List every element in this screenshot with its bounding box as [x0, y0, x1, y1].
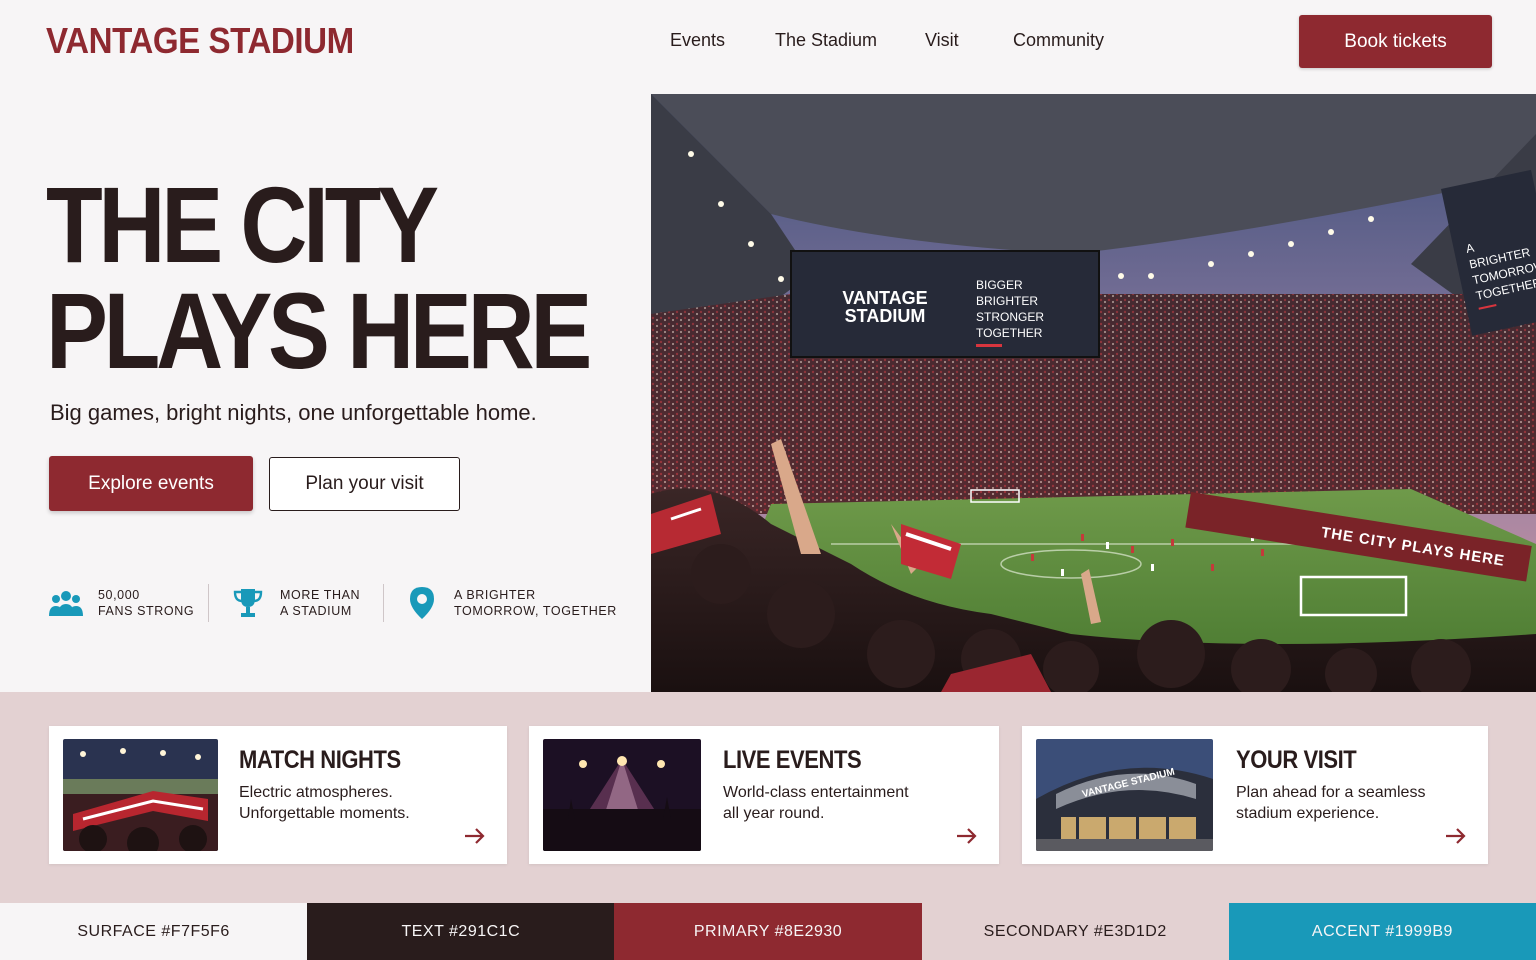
- screen-brand-line-1: VANTAGE: [842, 288, 927, 308]
- people-icon: [48, 585, 84, 621]
- hero-title: THE CITY PLAYS HERE: [46, 164, 592, 391]
- card-desc-line-2: stadium experience.: [1236, 805, 1380, 822]
- screen-tagline-3: STRONGER: [976, 310, 1044, 324]
- stat-tomorrow: A BRIGHTER TOMORROW, TOGETHER: [404, 584, 617, 622]
- match-nights-photo: [63, 739, 218, 851]
- plan-visit-button[interactable]: Plan your visit: [269, 457, 460, 511]
- card-description: Plan ahead for a seamless stadium experi…: [1236, 782, 1425, 824]
- card-desc-line-1: World-class entertainment: [723, 784, 909, 801]
- nav-item-the-stadium[interactable]: The Stadium: [775, 30, 877, 51]
- stat-fans: 50,000 FANS STRONG: [48, 584, 194, 622]
- trophy-icon: [230, 585, 266, 621]
- nav-item-visit[interactable]: Visit: [925, 30, 959, 51]
- screen-brand-line-2: STADIUM: [845, 306, 926, 326]
- screen-tagline-2: BRIGHTER: [976, 294, 1038, 308]
- hero-title-line-1: THE CITY: [46, 164, 439, 285]
- nav-item-events[interactable]: Events: [670, 30, 725, 51]
- stat-divider: [208, 584, 209, 622]
- arrow-right-icon[interactable]: [1444, 826, 1468, 846]
- stat-divider: [383, 584, 384, 622]
- stat-fans-line-2: FANS STRONG: [98, 604, 195, 618]
- arrow-right-icon[interactable]: [463, 826, 487, 846]
- your-visit-photo: VANTAGE STADIUM: [1036, 739, 1213, 851]
- card-live-events[interactable]: LIVE EVENTS World-class entertainment al…: [529, 726, 999, 864]
- card-title: LIVE EVENTS: [723, 746, 862, 774]
- card-desc-line-2: Unforgettable moments.: [239, 805, 410, 822]
- card-description: World-class entertainment all year round…: [723, 782, 909, 824]
- swatch-primary: PRIMARY #8E2930: [614, 903, 922, 960]
- swatch-surface: SURFACE #F7F5F6: [0, 903, 308, 960]
- nav-item-community[interactable]: Community: [1013, 30, 1104, 51]
- card-desc-line-1: Plan ahead for a seamless: [1236, 784, 1426, 801]
- card-description: Electric atmospheres. Unforgettable mome…: [239, 782, 410, 824]
- card-title: YOUR VISIT: [1236, 746, 1357, 774]
- card-match-nights[interactable]: MATCH NIGHTS Electric atmospheres. Unfor…: [49, 726, 507, 864]
- book-tickets-button[interactable]: Book tickets: [1299, 15, 1492, 68]
- color-palette: SURFACE #F7F5F6 TEXT #291C1C PRIMARY #8E…: [0, 903, 1536, 960]
- stat-tomorrow-line-2: TOMORROW, TOGETHER: [454, 604, 617, 618]
- explore-events-button[interactable]: Explore events: [49, 456, 253, 511]
- location-pin-icon: [404, 585, 440, 621]
- card-your-visit[interactable]: VANTAGE STADIUM YOUR VISIT Plan ahead fo…: [1022, 726, 1488, 864]
- stat-stadium-line-1: MORE THAN: [280, 588, 361, 602]
- card-desc-line-2: all year round.: [723, 805, 825, 822]
- swatch-text: TEXT #291C1C: [307, 903, 615, 960]
- card-desc-line-1: Electric atmospheres.: [239, 784, 393, 801]
- hero-subtitle: Big games, bright nights, one unforgetta…: [50, 400, 537, 425]
- swatch-accent: ACCENT #1999B9: [1228, 903, 1536, 960]
- screen-tagline-1: BIGGER: [976, 278, 1023, 292]
- stadium-crowd-photo: VANTAGE STADIUM BIGGER BRIGHTER STRONGER…: [651, 94, 1536, 692]
- swatch-secondary: SECONDARY #E3D1D2: [921, 903, 1229, 960]
- card-title: MATCH NIGHTS: [239, 746, 401, 774]
- live-events-photo: [543, 739, 701, 851]
- screen-tagline-4: TOGETHER: [976, 326, 1043, 340]
- arrow-right-icon[interactable]: [955, 826, 979, 846]
- stat-stadium: MORE THAN A STADIUM: [230, 584, 360, 622]
- site-logo[interactable]: VANTAGE STADIUM: [46, 20, 354, 62]
- hero-title-line-2: PLAYS HERE: [46, 270, 592, 391]
- stat-stadium-line-2: A STADIUM: [280, 604, 352, 618]
- stat-tomorrow-line-1: A BRIGHTER: [454, 588, 536, 602]
- stat-fans-line-1: 50,000: [98, 588, 140, 602]
